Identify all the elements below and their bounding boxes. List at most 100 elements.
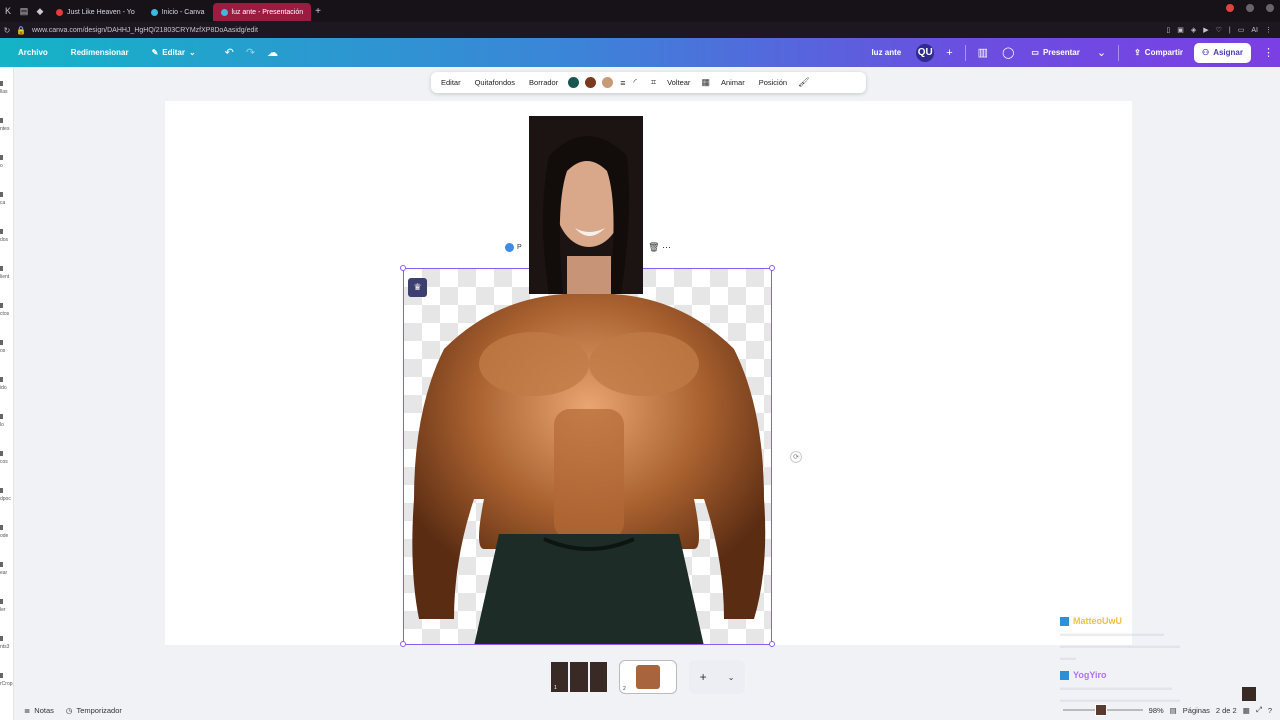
voltear-button[interactable]: Voltear <box>661 78 696 87</box>
stats-icon[interactable]: ▥ <box>972 46 994 59</box>
rail-item[interactable]: rCrop <box>0 673 14 687</box>
rail-item[interactable]: ler <box>0 599 14 613</box>
color-swatch[interactable] <box>602 77 614 88</box>
screenshot-icon[interactable]: ▣ <box>1177 26 1184 34</box>
menu-icon[interactable]: ⋮ <box>1265 26 1272 34</box>
redimensionar-button[interactable]: Redimensionar <box>57 48 138 57</box>
help-icon[interactable]: ? <box>1268 706 1272 715</box>
add-page-button[interactable]: + ⌄ <box>689 660 745 694</box>
image-toolbar: Editar Quitafondos Borrador ≡ ◜ ⌗ Voltea… <box>431 72 866 93</box>
rail-item[interactable]: ntes <box>0 118 14 132</box>
page-thumbnail-2[interactable]: 2 <box>619 660 677 694</box>
avatar[interactable]: QU <box>916 43 935 62</box>
heart-icon[interactable]: ♡ <box>1216 26 1222 34</box>
magic-button[interactable]: P <box>505 242 522 252</box>
shield-icon[interactable]: ◈ <box>1191 26 1196 34</box>
borrador-button[interactable]: Borrador <box>523 78 564 87</box>
notas-button[interactable]: ≣ Notas <box>14 706 60 715</box>
more-icon[interactable]: ⋮ <box>1257 46 1280 59</box>
app-k-icon[interactable]: K <box>0 0 16 22</box>
chat-badge-icon <box>1060 616 1069 626</box>
page-thumbnail-1[interactable]: 1 <box>551 662 607 692</box>
rail-item[interactable]: os <box>0 340 14 354</box>
rail-item[interactable]: ear <box>0 562 14 576</box>
redo-icon[interactable]: ↷ <box>240 46 261 59</box>
rail-item[interactable]: o <box>0 155 14 169</box>
resize-handle[interactable] <box>400 641 406 647</box>
posicion-button[interactable]: Posición <box>753 78 793 87</box>
add-collaborator-icon[interactable]: + <box>940 47 958 59</box>
rail-item[interactable]: ido <box>0 377 14 391</box>
rail-item[interactable]: ctos <box>0 303 14 317</box>
selected-image-body[interactable] <box>403 268 772 645</box>
color-swatch[interactable] <box>568 77 580 88</box>
notes-icon[interactable]: ▤ <box>16 0 32 22</box>
rail-item[interactable]: cos <box>0 451 14 465</box>
grid-view-icon[interactable]: ▦ <box>1243 706 1250 715</box>
cloud-save-icon[interactable]: ☁ <box>261 46 284 59</box>
play-icon[interactable]: ▶ <box>1203 26 1208 34</box>
presentar-button[interactable]: ▭ Presentar <box>1022 48 1088 57</box>
bookmark-icon[interactable]: ▯ <box>1166 26 1170 34</box>
ai-button[interactable]: AI <box>1251 27 1258 34</box>
wallet-icon[interactable]: ▭ <box>1238 26 1245 34</box>
rail-item[interactable]: ca <box>0 192 14 206</box>
chat-name-text: MatteoUwU <box>1073 616 1122 626</box>
border-style-icon[interactable]: ≡ <box>617 78 628 88</box>
crop-icon[interactable]: ⌗ <box>648 77 659 88</box>
chat-name-text: YogYiro <box>1073 670 1107 680</box>
more-options-icon[interactable]: 🗑 ⋯ <box>648 242 671 253</box>
url-field[interactable]: www.canva.com/design/DAHHJ_HgHQ/21803CRY… <box>32 27 258 34</box>
magic-icon <box>505 242 514 252</box>
design-title[interactable]: luz ante <box>862 48 910 57</box>
paginas-button[interactable]: Páginas <box>1183 706 1210 715</box>
quitafondos-button[interactable]: Quitafondos <box>469 78 521 87</box>
temporizador-button[interactable]: ◷ Temporizador <box>60 706 128 715</box>
rotate-handle-icon[interactable]: ⟳ <box>790 451 802 463</box>
zoom-slider-knob[interactable] <box>1094 704 1107 716</box>
tab-youtube[interactable]: Just Like Heaven - Yo <box>48 3 143 21</box>
pin-icon[interactable]: ◆ <box>32 0 48 22</box>
header-right: luz ante QU + ▥ ◯ ▭ Presentar ⌄ ⇪ Compar… <box>862 38 1280 67</box>
editar-menu-button[interactable]: ✎ Editar ⌄ <box>138 48 205 57</box>
new-tab-button[interactable]: + <box>315 6 321 17</box>
chevron-down-icon[interactable]: ⌄ <box>728 673 735 682</box>
rail-item[interactable]: dpoc <box>0 488 14 502</box>
tab-canva-design[interactable]: luz ante - Presentación <box>212 3 312 21</box>
transparency-icon[interactable]: ▦ <box>698 77 713 88</box>
fullscreen-icon[interactable]: ⤢ <box>1256 705 1262 715</box>
rail-item[interactable]: lient <box>0 266 14 280</box>
divider <box>964 44 966 61</box>
paint-format-icon[interactable]: 🖌 <box>795 77 812 88</box>
asignar-button[interactable]: ⚇ Asignar <box>1194 42 1251 63</box>
corner-radius-icon[interactable]: ◜ <box>631 77 641 88</box>
zoom-slider[interactable] <box>1062 704 1143 716</box>
face-photo[interactable] <box>529 116 643 294</box>
rail-item[interactable]: llas <box>0 81 14 95</box>
page-number: 1 <box>554 685 557 691</box>
animar-button[interactable]: Animar <box>715 78 751 87</box>
comment-icon[interactable]: ◯ <box>996 46 1020 59</box>
rail-item[interactable]: ode <box>0 525 14 539</box>
chat-message: MatteoUwU ▬▬▬▬▬▬▬▬▬▬▬▬▬ ▬▬▬▬▬▬▬▬▬▬▬▬▬▬▬ ▬▬ <box>1060 616 1266 664</box>
minimize-icon[interactable] <box>1246 4 1254 12</box>
archivo-button[interactable]: Archivo <box>0 48 57 57</box>
maximize-icon[interactable] <box>1266 4 1274 12</box>
rail-item[interactable]: nts3 <box>0 636 14 650</box>
editar-image-button[interactable]: Editar <box>435 78 467 87</box>
color-swatch[interactable] <box>585 77 597 88</box>
zoom-level[interactable]: 98% <box>1149 706 1164 715</box>
compartir-button[interactable]: ⇪ Compartir <box>1125 48 1192 57</box>
present-options-chevron-icon[interactable]: ⌄ <box>1091 46 1112 59</box>
pages-icon: ▤ <box>1169 705 1177 715</box>
resize-handle[interactable] <box>769 265 775 271</box>
rail-item[interactable]: dos <box>0 229 14 243</box>
rail-item[interactable]: lo <box>0 414 14 428</box>
reload-icon[interactable]: ↻ <box>0 26 14 35</box>
resize-handle[interactable] <box>400 265 406 271</box>
rail-icon <box>0 451 3 456</box>
tab-canva-home[interactable]: Inicio - Canva <box>143 3 213 21</box>
undo-icon[interactable]: ↶ <box>219 46 240 59</box>
close-window-icon[interactable] <box>1226 4 1234 12</box>
resize-handle[interactable] <box>769 641 775 647</box>
